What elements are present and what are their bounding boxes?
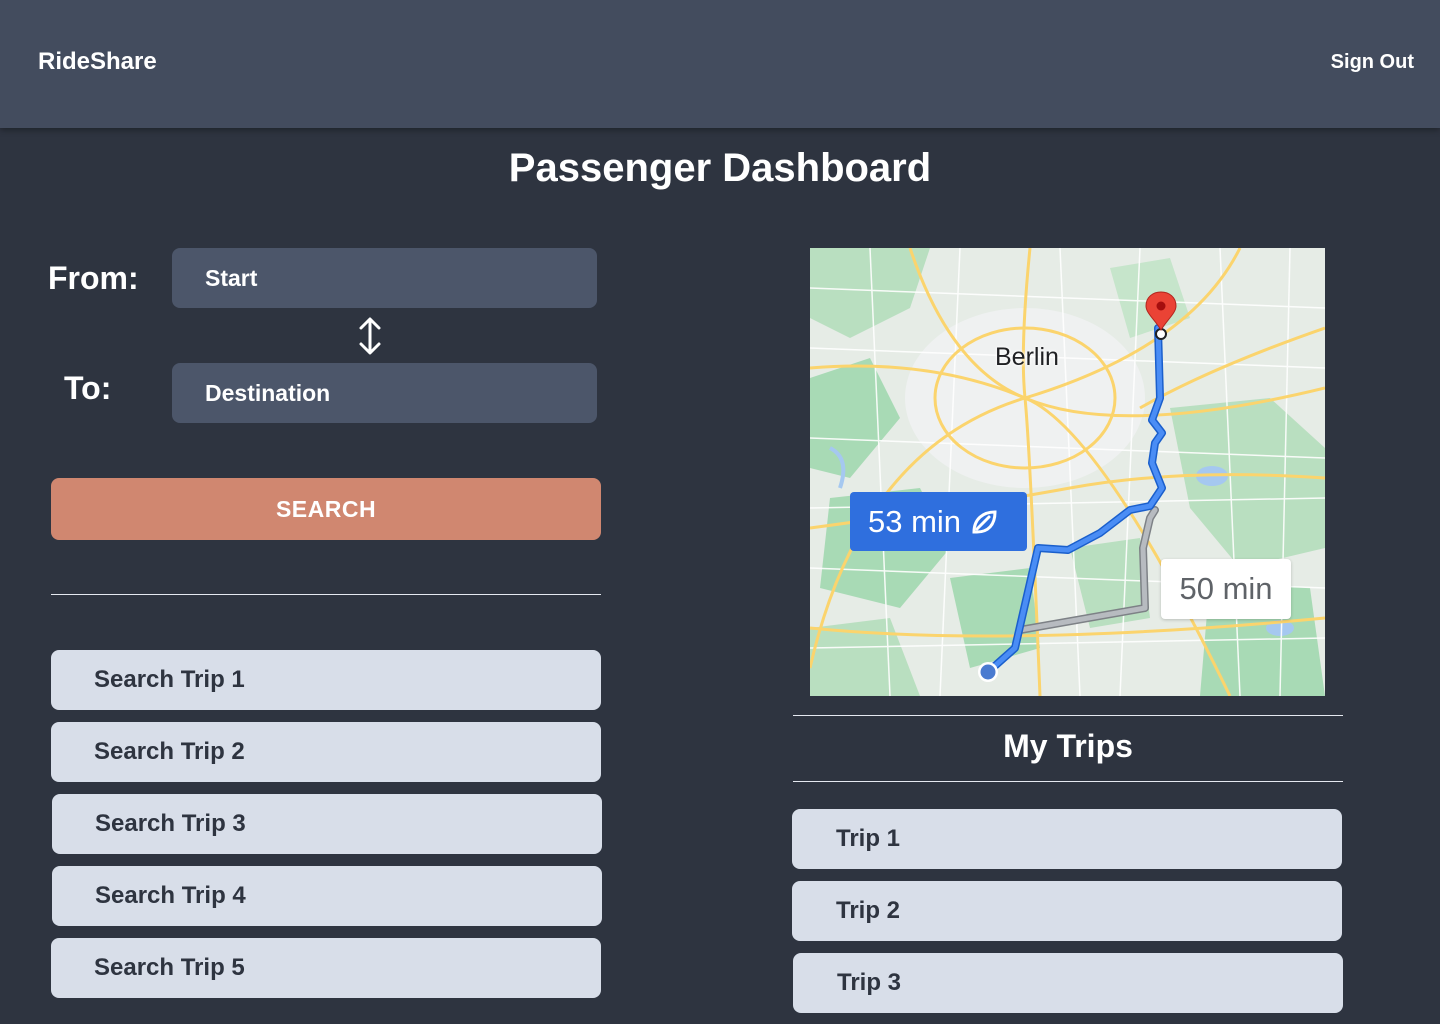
alt-route-badge[interactable]: 50 min xyxy=(1161,559,1291,619)
map-city-label: Berlin xyxy=(995,343,1059,371)
search-trip-item[interactable]: Search Trip 3 xyxy=(52,794,602,854)
search-trip-label: Search Trip 1 xyxy=(94,666,245,693)
from-label: From: xyxy=(48,260,139,296)
destination-input-value: Destination xyxy=(205,379,331,406)
search-trip-label: Search Trip 4 xyxy=(95,882,246,909)
from-input[interactable]: Start xyxy=(172,248,597,308)
to-label: To: xyxy=(64,370,112,406)
search-trip-item[interactable]: Search Trip 1 xyxy=(51,650,601,710)
leaf-icon xyxy=(972,509,997,533)
my-trip-item[interactable]: Trip 3 xyxy=(793,953,1343,1013)
divider xyxy=(51,594,601,595)
map-canvas xyxy=(810,248,1325,696)
my-trips-title: My Trips xyxy=(1003,728,1133,764)
search-trip-item[interactable]: Search Trip 5 xyxy=(51,938,601,998)
my-trip-label: Trip 1 xyxy=(836,825,901,852)
search-trip-label: Search Trip 3 xyxy=(95,810,246,837)
my-trip-item[interactable]: Trip 1 xyxy=(792,809,1342,869)
divider xyxy=(793,715,1343,716)
brand-logo[interactable]: RideShare xyxy=(38,48,157,76)
from-input-value: Start xyxy=(205,264,258,291)
destination-input[interactable]: Destination xyxy=(172,363,597,423)
my-trip-item[interactable]: Trip 2 xyxy=(792,881,1342,941)
search-button[interactable]: SEARCH xyxy=(51,478,601,540)
search-trip-item[interactable]: Search Trip 2 xyxy=(51,722,601,782)
my-trip-label: Trip 3 xyxy=(837,969,902,996)
route-map[interactable]: Berlin 53 min 50 min xyxy=(810,248,1325,696)
divider xyxy=(793,781,1343,782)
page-title: Passenger Dashboard xyxy=(508,146,932,190)
my-trip-label: Trip 2 xyxy=(836,897,901,924)
primary-route-badge[interactable]: 53 min xyxy=(850,492,1027,551)
search-trip-label: Search Trip 2 xyxy=(94,738,245,765)
alt-route-time: 50 min xyxy=(1179,571,1273,606)
primary-route-time: 53 min xyxy=(868,503,962,539)
top-bar: RideShare Sign Out xyxy=(0,0,1440,128)
swap-vertical-icon[interactable] xyxy=(356,316,384,356)
search-trip-item[interactable]: Search Trip 4 xyxy=(52,866,602,926)
sign-out-link[interactable]: Sign Out xyxy=(1331,51,1414,74)
search-trip-label: Search Trip 5 xyxy=(94,954,245,981)
